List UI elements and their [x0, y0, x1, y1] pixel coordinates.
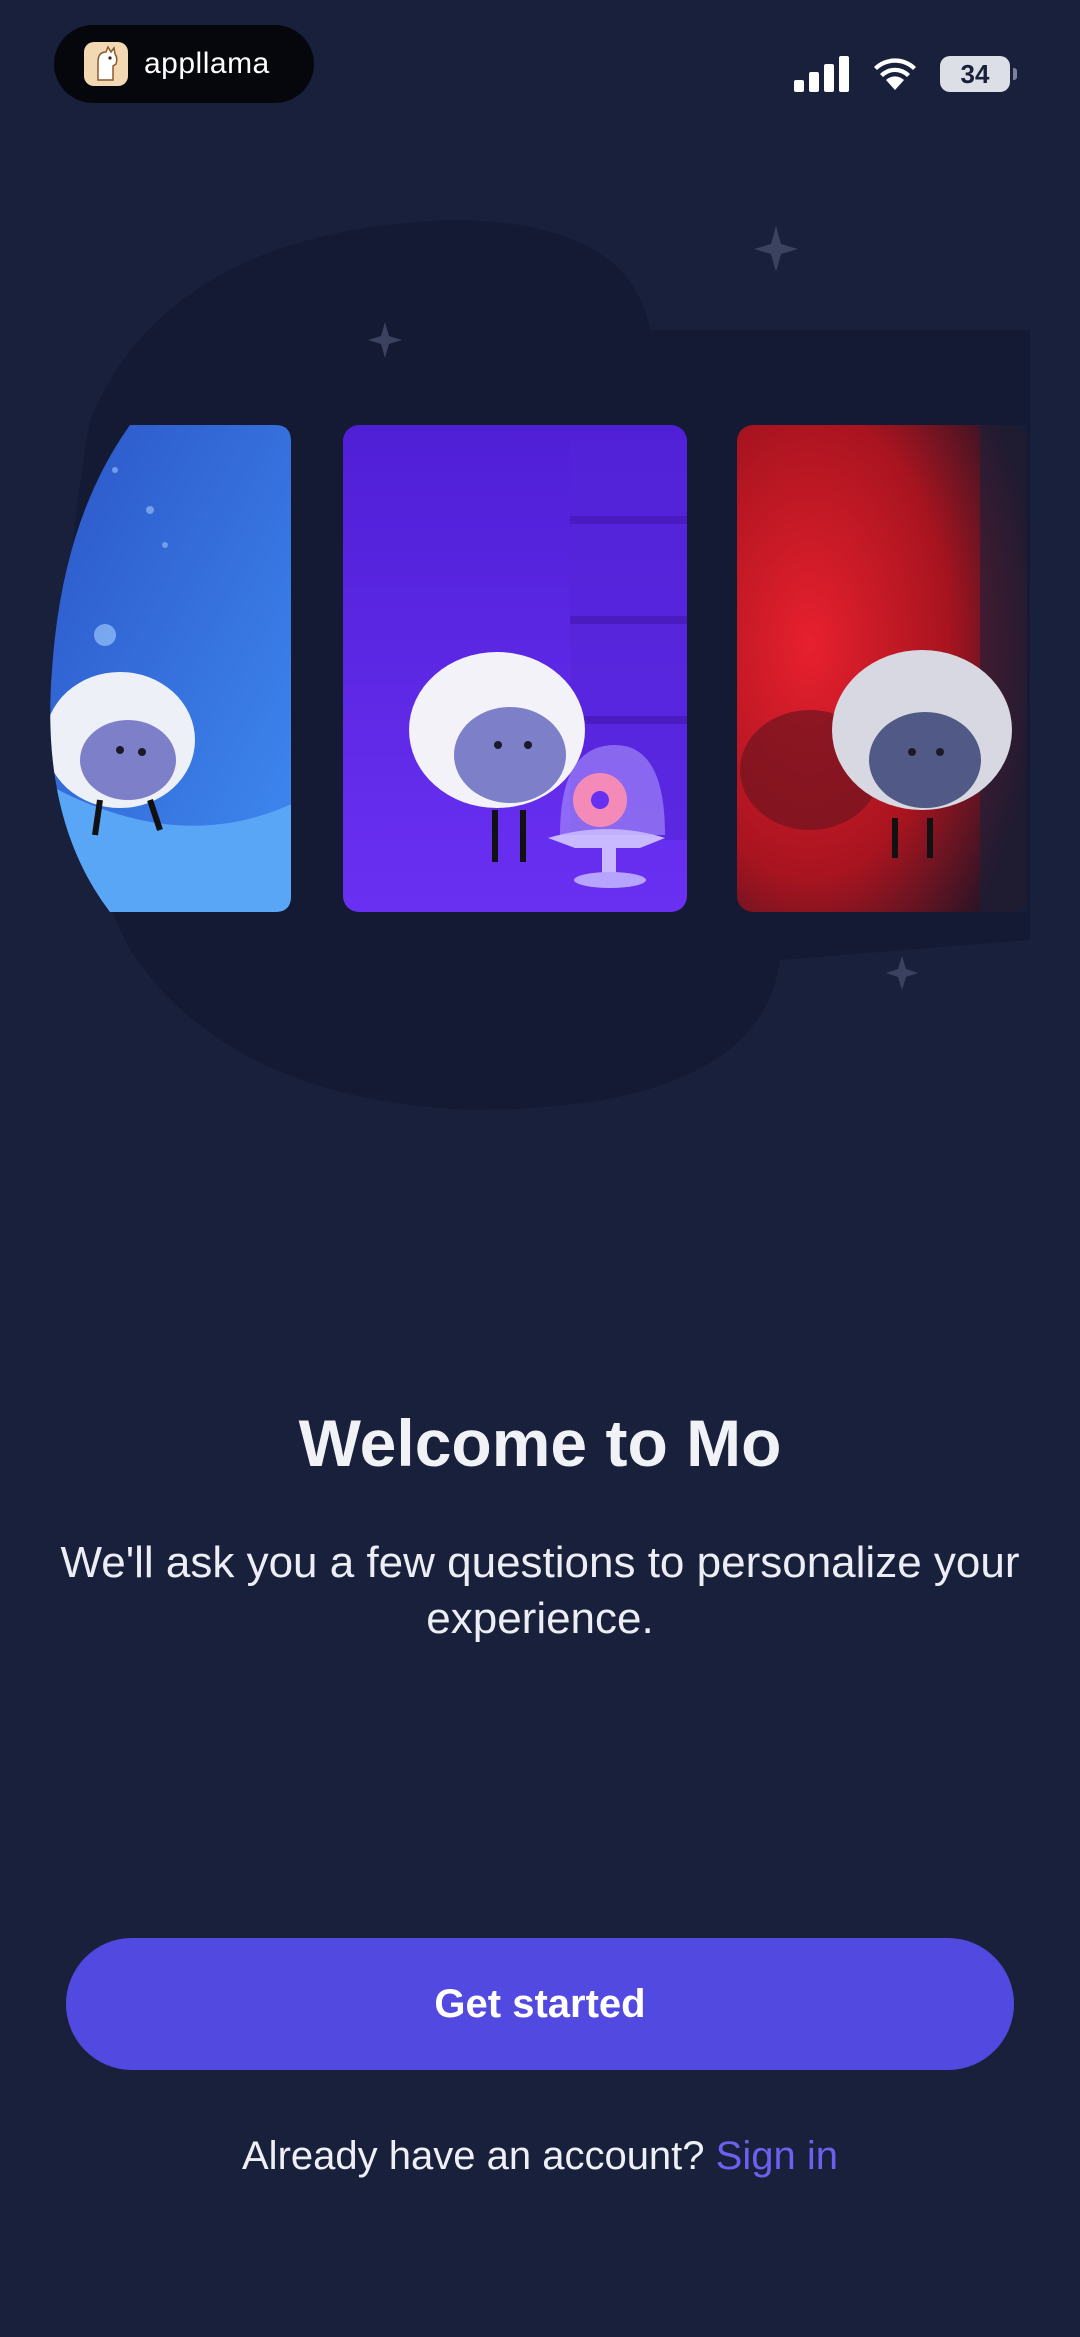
red-spotlight-card	[737, 425, 1027, 912]
sign-in-row: Already have an account? Sign in	[0, 2134, 1080, 2179]
hero-illustration	[0, 0, 1080, 1150]
sign-in-link[interactable]: Sign in	[716, 2134, 838, 2178]
hero-backdrop	[50, 220, 1030, 1110]
account-prompt: Already have an account?	[242, 2134, 705, 2178]
purple-donut-card	[343, 425, 687, 912]
page-title: Welcome to Mo	[298, 1406, 782, 1480]
get-started-button[interactable]: Get started	[66, 1938, 1014, 2070]
page-subtitle: We'll ask you a few questions to persona…	[60, 1538, 1020, 1643]
